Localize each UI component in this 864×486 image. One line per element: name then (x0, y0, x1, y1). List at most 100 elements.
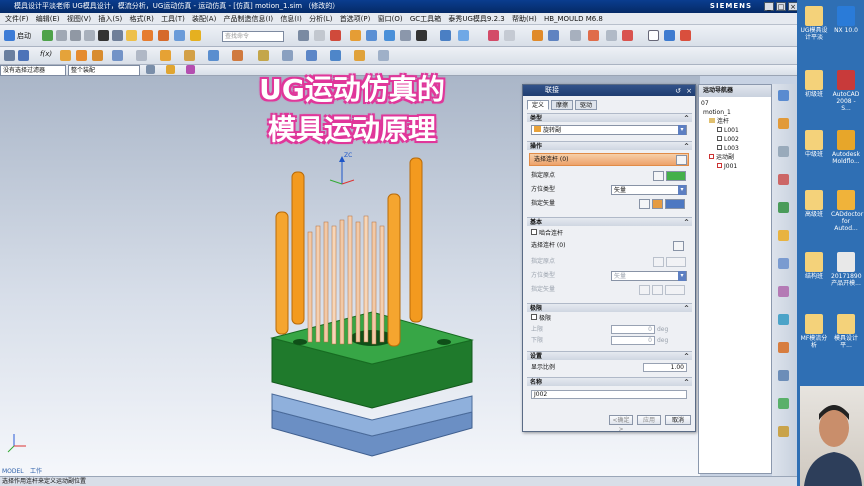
tree-item-l001[interactable]: L001 (717, 126, 739, 135)
start-icon[interactable] (4, 30, 15, 41)
reverse-vector-icon[interactable] (639, 199, 650, 209)
menu-pmi[interactable]: 产品制造信息(I) (224, 15, 274, 23)
copy-icon[interactable] (70, 30, 81, 41)
menu-assembly[interactable]: 装配(A) (192, 15, 216, 23)
tree-item-l003[interactable]: L003 (717, 144, 739, 153)
desktop-item[interactable]: NX 10.0 (831, 6, 861, 34)
base-vector-type-icon[interactable] (665, 285, 685, 295)
vector-type-icon[interactable] (665, 199, 685, 209)
system-scene-icon[interactable] (778, 398, 789, 409)
desktop-item[interactable]: CADdoctor for Autod... (831, 190, 863, 232)
tab-definition[interactable]: 定义 (527, 100, 550, 110)
section-name[interactable]: 名称 (527, 377, 692, 387)
export-icon[interactable] (366, 30, 377, 41)
check-icon[interactable] (709, 154, 714, 159)
command-search-input[interactable]: 查找命令 (222, 31, 284, 42)
checkbox-icon[interactable] (717, 136, 722, 141)
desktop-item[interactable]: 初级班 (799, 70, 829, 98)
desktop-item[interactable]: UG模具设计平淡 (799, 6, 829, 41)
fx-label[interactable]: f(x) (40, 50, 52, 58)
model-tab-label[interactable]: MODEL (2, 467, 24, 477)
shade-icon[interactable] (400, 30, 411, 41)
reuse-library-icon[interactable] (778, 174, 789, 185)
transform-icon[interactable] (588, 30, 599, 41)
zoom-icon[interactable] (664, 30, 675, 41)
snap-link-checkbox[interactable] (531, 229, 537, 235)
point-icon[interactable] (18, 50, 29, 61)
joint-name-input[interactable]: J002 (531, 390, 687, 399)
tree-item-root[interactable]: 07 (701, 99, 709, 108)
grid-icon[interactable] (570, 30, 581, 41)
chamfer-icon[interactable] (232, 50, 243, 61)
menu-view[interactable]: 视图(V) (67, 15, 91, 23)
link-icon[interactable] (142, 30, 153, 41)
desktop-item[interactable]: 结构班 (799, 252, 829, 280)
lower-limit-input[interactable]: 0 (611, 336, 655, 345)
history-icon[interactable] (778, 258, 789, 269)
tab-driver[interactable]: 驱动 (575, 100, 598, 110)
desktop-item[interactable]: MF模流分析 (799, 314, 829, 349)
solver-icon[interactable] (298, 30, 309, 41)
animation-icon[interactable] (314, 30, 325, 41)
tree-item-motion[interactable]: motion_1 (703, 108, 731, 117)
part-navigator-icon[interactable] (778, 146, 789, 157)
tree-item-l002[interactable]: L002 (717, 135, 739, 144)
orientation-type-select[interactable]: 矢量 (611, 185, 687, 195)
link-select-icon[interactable] (676, 155, 687, 165)
motion-navigator-icon[interactable] (778, 426, 789, 437)
highlight-icon[interactable] (622, 30, 633, 41)
color-icon[interactable] (606, 30, 617, 41)
revolve-icon[interactable] (184, 50, 195, 61)
section-action[interactable]: 操作 (527, 141, 692, 151)
menu-info[interactable]: 信息(I) (280, 15, 302, 23)
section-settings[interactable]: 设置 (527, 351, 692, 361)
menu-preferences[interactable]: 首选项(P) (340, 15, 371, 23)
extrude-icon[interactable] (160, 50, 171, 61)
sketch-icon[interactable] (60, 50, 71, 61)
menu-window[interactable]: 窗口(O) (378, 15, 403, 23)
spring-icon[interactable] (190, 30, 201, 41)
menu-analysis[interactable]: 分析(L) (309, 15, 332, 23)
menu-hb-mould[interactable]: HB_MOULD M6.8 (544, 15, 603, 23)
minimize-button[interactable]: _ (764, 2, 774, 11)
section-base[interactable]: 基本 (527, 217, 692, 227)
unite-icon[interactable] (378, 50, 389, 61)
measure-icon[interactable] (532, 30, 543, 41)
section-type[interactable]: 类型 (527, 113, 692, 123)
upper-limit-input[interactable]: 0 (611, 325, 655, 334)
undo-icon[interactable] (112, 30, 123, 41)
ok-button[interactable]: <确定> (609, 415, 633, 433)
dialog-reset-icon[interactable]: ↺ (675, 86, 681, 97)
blank-icon[interactable] (648, 30, 659, 41)
orient-icon[interactable] (440, 30, 451, 41)
view-icon[interactable] (384, 30, 395, 41)
desktop-item[interactable]: 高级班 (799, 190, 829, 218)
save-icon[interactable] (42, 30, 53, 41)
cut-icon[interactable] (56, 30, 67, 41)
datum-icon[interactable] (112, 50, 123, 61)
base-point-type-icon[interactable] (666, 257, 686, 267)
fit-icon[interactable] (458, 30, 469, 41)
snap-icon[interactable] (548, 30, 559, 41)
tree-item-links[interactable]: 连杆 (709, 117, 729, 126)
tree-item-j001[interactable]: J001 (717, 162, 737, 171)
refresh-icon[interactable] (680, 30, 691, 41)
vector-dialog-icon[interactable] (652, 199, 663, 209)
tree-item-joints[interactable]: 运动副 (709, 153, 734, 162)
trim-icon[interactable] (330, 50, 341, 61)
stop-icon[interactable] (330, 30, 341, 41)
marker-icon[interactable] (174, 30, 185, 41)
system-material-icon[interactable] (778, 286, 789, 297)
select-all-icon[interactable] (146, 65, 155, 74)
assembly-navigator-icon[interactable] (778, 90, 789, 101)
menu-gc-toolbox[interactable]: GC工具箱 (410, 15, 441, 23)
select-link-row[interactable]: 选择连杆 (0) (529, 153, 689, 166)
joint-icon[interactable] (158, 30, 169, 41)
menu-file[interactable]: 文件(F) (5, 15, 29, 23)
roles-icon[interactable] (778, 370, 789, 381)
menu-edit[interactable]: 编辑(E) (36, 15, 60, 23)
checkbox-icon[interactable] (717, 145, 722, 150)
hole-icon[interactable] (258, 50, 269, 61)
cancel-button[interactable]: 取消 (665, 415, 691, 425)
maximize-button[interactable]: □ (776, 2, 786, 11)
